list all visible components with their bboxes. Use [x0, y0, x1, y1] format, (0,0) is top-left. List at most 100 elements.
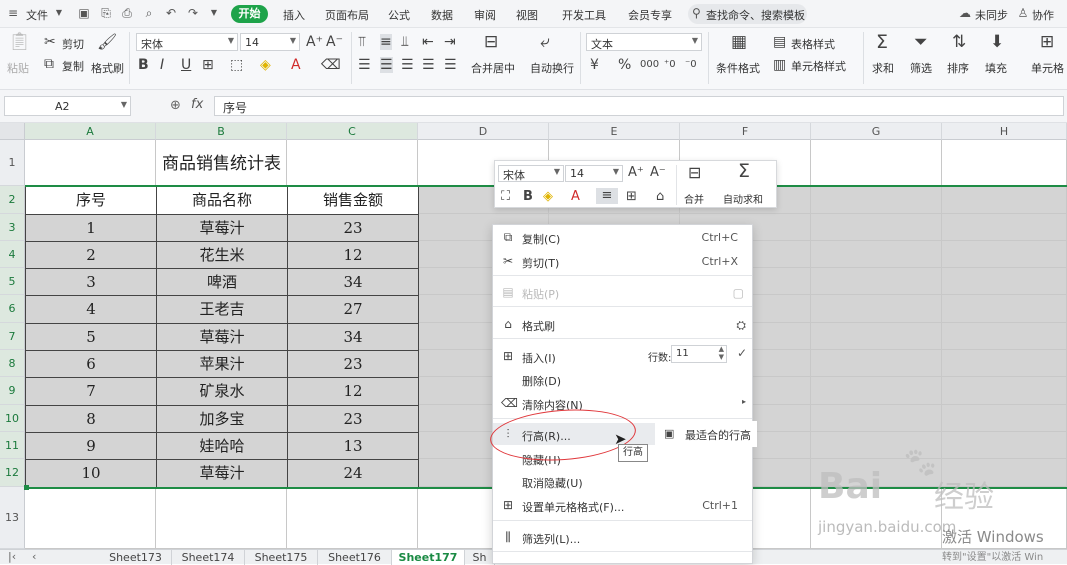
fx-icon[interactable]: fx — [191, 97, 203, 112]
column-header-g[interactable]: G — [811, 123, 942, 140]
sheet-tab-sheet176[interactable]: Sheet176 — [318, 550, 392, 565]
grid-cell[interactable] — [25, 487, 156, 549]
table-cell[interactable]: 24 — [287, 459, 419, 488]
border-icon[interactable]: ⊞ — [626, 189, 637, 205]
grid-cell[interactable] — [942, 186, 1067, 214]
menu-item-unhide[interactable]: 取消隐藏(U) — [493, 470, 752, 492]
decimal-decrease-icon[interactable]: ⁻0 — [685, 57, 697, 73]
font-color-icon[interactable]: A — [571, 189, 580, 205]
table-cell[interactable]: 3 — [25, 268, 157, 296]
mini-autosum-button[interactable]: 自动求和 — [723, 191, 763, 206]
grid-cell[interactable] — [811, 323, 942, 350]
brush-icon[interactable]: 🖌︎ — [97, 34, 117, 50]
table-cell[interactable]: 6 — [25, 350, 157, 378]
italic-icon[interactable]: I — [160, 57, 164, 73]
grid-cell[interactable] — [811, 241, 942, 268]
filter-button[interactable]: 筛选 — [910, 60, 932, 76]
grid-cell[interactable] — [156, 487, 287, 549]
table-cell[interactable]: 啤酒 — [156, 268, 288, 296]
formula-input[interactable]: 序号 — [214, 96, 1064, 116]
align-right-icon[interactable]: ☰ — [401, 57, 414, 73]
table-cell[interactable]: 13 — [287, 432, 419, 460]
grid-cell[interactable] — [942, 459, 1067, 487]
fill-style-icon[interactable]: ⬚ — [230, 57, 243, 73]
table-cell[interactable]: 23 — [287, 350, 419, 378]
table-cell[interactable]: 4 — [25, 295, 157, 324]
thousands-icon[interactable]: 000 — [640, 57, 659, 73]
table-cell[interactable]: 1 — [25, 214, 157, 242]
redo-icon[interactable]: ↷ — [186, 6, 200, 20]
table-cell[interactable]: 12 — [287, 241, 419, 269]
font-color-icon[interactable]: A — [291, 57, 301, 73]
menu-item-cell-format[interactable]: ⊞ 设置单元格格式(F)... Ctrl+1 — [493, 494, 752, 516]
cut-button[interactable]: 剪切 — [62, 36, 84, 52]
row-header-7[interactable]: 7 — [0, 323, 25, 350]
tab-data[interactable]: 数据 — [431, 7, 453, 23]
prev-sheet-icon[interactable]: ‹ — [32, 550, 36, 563]
fill-color-icon[interactable]: ◈ — [543, 189, 553, 205]
grid-cell[interactable] — [942, 241, 1067, 268]
grid-cell[interactable] — [811, 214, 942, 241]
align-left-icon[interactable]: ☰ — [358, 57, 371, 73]
tab-home[interactable]: 开始 — [231, 5, 268, 23]
paste-icon[interactable]: 📋︎ — [8, 33, 31, 51]
row-header-11[interactable]: 11 — [0, 432, 25, 459]
merge-center-button[interactable]: 合并居中 — [471, 60, 515, 76]
distribute-icon[interactable]: ☰ — [444, 57, 457, 73]
table-header-cell[interactable]: 商品名称 — [156, 186, 288, 215]
currency-icon[interactable]: ¥ — [590, 57, 599, 73]
fill-icon[interactable]: ⬇ — [990, 34, 1004, 51]
grid-cell[interactable] — [942, 377, 1067, 405]
tab-page-layout[interactable]: 页面布局 — [325, 7, 369, 23]
align-bottom-icon[interactable]: ⫫ — [401, 34, 409, 50]
select-all-corner[interactable] — [0, 123, 25, 140]
font-shrink-icon[interactable]: A⁻ — [326, 34, 343, 50]
grid-cell[interactable] — [811, 186, 942, 214]
row-header-1[interactable]: 1 — [0, 140, 25, 186]
percent-icon[interactable]: % — [618, 57, 631, 73]
table-cell[interactable]: 23 — [287, 405, 419, 433]
copy-button[interactable]: 复制 — [62, 58, 84, 74]
rows-count-input[interactable]: 11 ▲ ▼ — [671, 345, 727, 363]
align-center-icon[interactable]: ≡ — [596, 188, 618, 204]
row-header-5[interactable]: 5 — [0, 268, 25, 295]
table-cell[interactable]: 草莓汁 — [156, 214, 288, 242]
align-center-icon[interactable]: ☰ — [380, 57, 393, 73]
sort-button[interactable]: 排序 — [947, 60, 969, 76]
fill-color-icon[interactable]: ◈ — [260, 57, 271, 73]
table-cell[interactable]: 草莓汁 — [156, 323, 288, 351]
paste-button[interactable]: 粘贴 — [7, 60, 29, 76]
grid-cell[interactable] — [811, 140, 942, 186]
font-name-select[interactable]: 宋体 ▼ — [136, 33, 238, 51]
table-header-cell[interactable]: 销售金额 — [287, 186, 419, 215]
undo-icon[interactable]: ↶ — [164, 6, 178, 20]
stepper-down-icon[interactable]: ▼ — [719, 353, 724, 361]
indent-increase-icon[interactable]: ⇥ — [444, 34, 456, 50]
grid-cell[interactable] — [811, 295, 942, 323]
grid-cell[interactable] — [811, 487, 942, 549]
row-header-9[interactable]: 9 — [0, 377, 25, 405]
grid-cell[interactable] — [287, 487, 418, 549]
mini-format-icon[interactable]: ⛶ — [501, 189, 510, 205]
cell-style-button[interactable]: 单元格样式 — [791, 58, 846, 74]
menu-icon[interactable]: ≡ — [6, 6, 20, 20]
indent-decrease-icon[interactable]: ⇤ — [422, 34, 434, 50]
table-cell[interactable]: 8 — [25, 405, 157, 433]
zoom-icon[interactable]: ⊕ — [170, 98, 181, 113]
cell-button[interactable]: 单元格 — [1031, 60, 1064, 76]
column-header-b[interactable]: B — [156, 123, 287, 140]
sort-icon[interactable]: ⇅ — [952, 34, 966, 51]
cond-format-icon[interactable]: ▦ — [731, 34, 747, 51]
export-icon[interactable]: ⎘ — [99, 6, 113, 20]
font-size-select[interactable]: 14 ▼ — [240, 33, 300, 51]
tab-developer[interactable]: 开发工具 — [562, 7, 606, 23]
decimal-increase-icon[interactable]: ⁺0 — [664, 57, 676, 73]
table-cell[interactable]: 34 — [287, 323, 419, 351]
first-sheet-icon[interactable]: |‹ — [8, 550, 16, 563]
grid-cell[interactable] — [942, 350, 1067, 377]
menu-item-cut[interactable]: ✂ 剪切(T) Ctrl+X — [493, 250, 752, 272]
align-middle-icon[interactable]: ≡ — [380, 34, 392, 50]
sum-button[interactable]: 求和 — [872, 60, 894, 76]
column-header-e[interactable]: E — [549, 123, 680, 140]
tab-review[interactable]: 审阅 — [474, 7, 496, 23]
